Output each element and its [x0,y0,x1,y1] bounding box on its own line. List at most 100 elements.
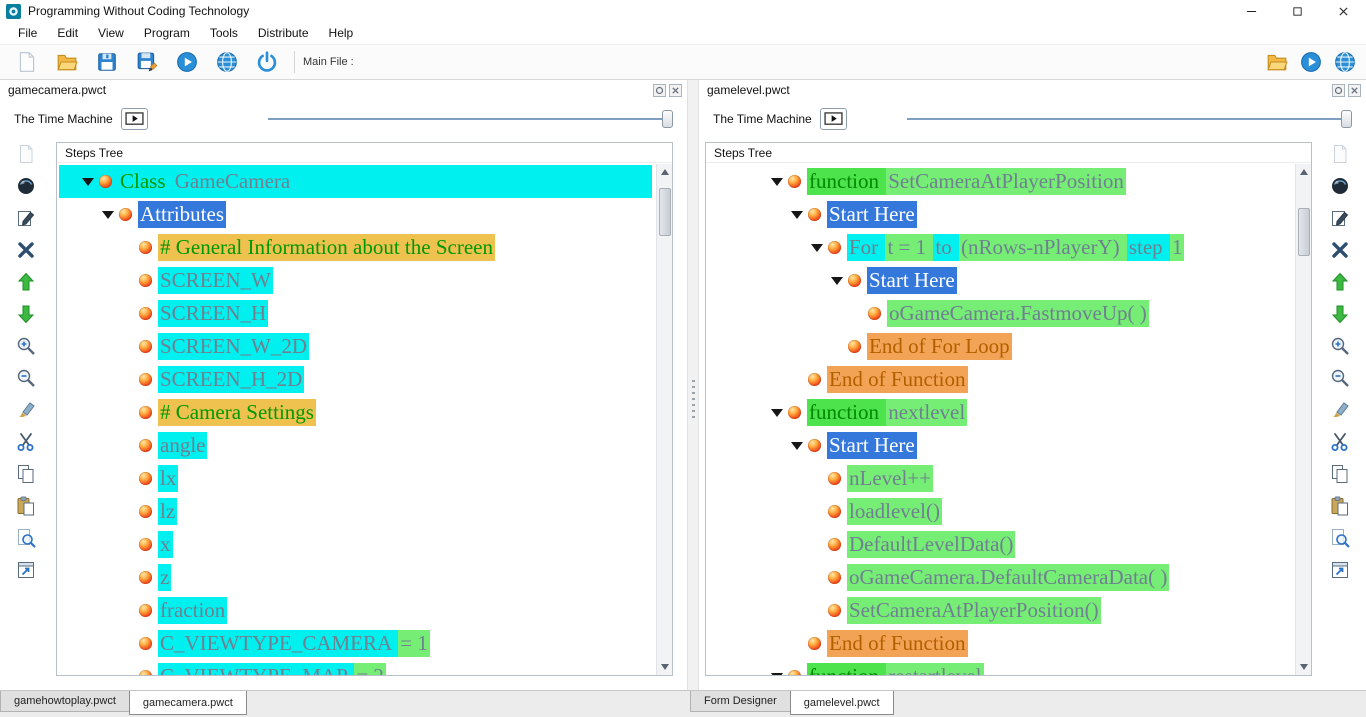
format-brush-button[interactable] [1327,398,1353,422]
tab-gamecamera-pwct[interactable]: gamecamera.pwct [129,691,247,715]
tree-row[interactable]: lx [59,462,652,495]
zoom-in-button[interactable] [1327,334,1353,358]
tree-row[interactable]: loadlevel() [708,495,1291,528]
menu-distribute[interactable]: Distribute [248,24,319,42]
menu-file[interactable]: File [8,24,47,42]
paste-button[interactable] [13,494,39,518]
run-button[interactable] [172,48,202,76]
scrollbar-thumb[interactable] [1298,208,1310,256]
edit-step-button[interactable] [13,206,39,230]
tree-row[interactable]: SCREEN_H_2D [59,363,652,396]
tree-row[interactable]: Start Here [708,264,1291,297]
move-down-button[interactable] [13,302,39,326]
close-button[interactable] [1320,0,1366,22]
tree-row[interactable]: oGameCamera.DefaultCameraData( ) [708,561,1291,594]
delete-step-button[interactable] [1327,238,1353,262]
web-button[interactable] [212,48,242,76]
tree-row[interactable]: oGameCamera.FastmoveUp( ) [708,297,1291,330]
menu-help[interactable]: Help [319,24,364,42]
tree-row[interactable]: C_VIEWTYPE_MAP = 2 [59,660,652,675]
tab-gamehowtoplay-pwct[interactable]: gamehowtoplay.pwct [0,691,130,712]
panel-restore-button[interactable] [653,84,666,97]
scroll-down-button[interactable] [1296,659,1312,675]
open-folder-button[interactable] [1262,48,1292,76]
tree-row[interactable]: Start Here [708,429,1291,462]
tree-row[interactable]: function nextlevel [708,396,1291,429]
tree-row[interactable]: x [59,528,652,561]
expander-icon[interactable] [828,277,846,285]
tree-row[interactable]: function restartlevel [708,660,1291,675]
tree-row[interactable]: nLevel++ [708,462,1291,495]
time-machine-slider[interactable] [268,109,673,129]
expander-icon[interactable] [808,244,826,252]
move-down-button[interactable] [1327,302,1353,326]
menu-tools[interactable]: Tools [200,24,248,42]
tree-row[interactable]: # General Information about the Screen [59,231,652,264]
time-machine-slider[interactable] [907,109,1352,129]
goto-window-button[interactable] [1327,558,1353,582]
move-up-button[interactable] [1327,270,1353,294]
vertical-scrollbar[interactable] [1295,164,1311,675]
scrollbar-thumb[interactable] [659,188,671,236]
panel-close-button[interactable] [669,84,682,97]
edit-step-button[interactable] [1327,206,1353,230]
save-as-button[interactable] [132,48,162,76]
time-machine-button[interactable] [820,108,847,130]
interactions-button[interactable] [13,174,39,198]
format-brush-button[interactable] [13,398,39,422]
tab-form-designer[interactable]: Form Designer [690,691,791,712]
menu-program[interactable]: Program [134,24,200,42]
expander-icon[interactable] [99,211,117,219]
expander-icon[interactable] [768,673,786,676]
tree-row[interactable]: Class GameCamera [59,165,652,198]
slider-thumb[interactable] [662,110,673,128]
tree-row[interactable]: z [59,561,652,594]
delete-step-button[interactable] [13,238,39,262]
tree-row[interactable]: fraction [59,594,652,627]
tree-row[interactable]: lz [59,495,652,528]
expander-icon[interactable] [79,178,97,186]
expander-icon[interactable] [768,178,786,186]
expander-icon[interactable] [788,211,806,219]
new-page-button[interactable] [13,142,39,166]
zoom-out-button[interactable] [13,366,39,390]
scroll-down-button[interactable] [657,659,673,675]
web-button[interactable] [1330,48,1360,76]
goto-window-button[interactable] [13,558,39,582]
panel-close-button[interactable] [1348,84,1361,97]
panel-restore-button[interactable] [1332,84,1345,97]
tree-row[interactable]: function SetCameraAtPlayerPosition [708,165,1291,198]
tree-row[interactable]: SCREEN_W_2D [59,330,652,363]
scroll-up-button[interactable] [1296,164,1312,180]
cut-button[interactable] [13,430,39,454]
tab-gamelevel-pwct[interactable]: gamelevel.pwct [790,691,894,715]
cut-button[interactable] [1327,430,1353,454]
expander-icon[interactable] [768,409,786,417]
run-button[interactable] [1296,48,1326,76]
maximize-button[interactable] [1274,0,1320,22]
paste-button[interactable] [1327,494,1353,518]
expander-icon[interactable] [788,442,806,450]
panel-splitter[interactable] [687,80,699,690]
scroll-up-button[interactable] [657,164,673,180]
tree-row[interactable]: SCREEN_W [59,264,652,297]
copy-button[interactable] [13,462,39,486]
zoom-out-button[interactable] [1327,366,1353,390]
tree-row[interactable]: # Camera Settings [59,396,652,429]
find-button[interactable] [13,526,39,550]
tree-row[interactable]: Start Here [708,198,1291,231]
interactions-button[interactable] [1327,174,1353,198]
tree-row[interactable]: End of Function [708,627,1291,660]
new-page-button[interactable] [1327,142,1353,166]
menu-edit[interactable]: Edit [47,24,88,42]
tree-row[interactable]: C_VIEWTYPE_CAMERA = 1 [59,627,652,660]
tree-row[interactable]: End of For Loop [708,330,1291,363]
open-folder-button[interactable] [52,48,82,76]
find-button[interactable] [1327,526,1353,550]
tree-row[interactable]: For t = 1 to (nRows-nPlayerY) step 1 [708,231,1291,264]
tree-row[interactable]: SCREEN_H [59,297,652,330]
slider-thumb[interactable] [1341,110,1352,128]
tree-row[interactable]: DefaultLevelData() [708,528,1291,561]
new-file-button[interactable] [12,48,42,76]
tree-row[interactable]: SetCameraAtPlayerPosition() [708,594,1291,627]
